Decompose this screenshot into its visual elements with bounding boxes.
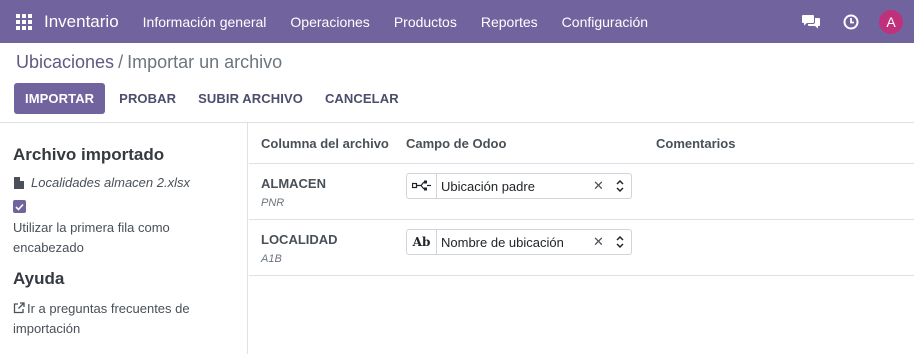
imported-file: Localidades almacen 2.xlsx — [13, 175, 247, 190]
menu-item-operations[interactable]: Operaciones — [290, 14, 369, 30]
table-row: LOCALIDAD A1B Ab Nombre de ubicación ✕ — [249, 220, 914, 276]
menu-item-products[interactable]: Productos — [394, 14, 457, 30]
main-menu: Información general Operaciones Producto… — [143, 14, 672, 30]
cancel-button[interactable]: CANCELAR — [315, 83, 409, 114]
breadcrumb-current: Importar un archivo — [127, 52, 283, 72]
header-row-label[interactable]: Utilizar la primera fila como encabezado — [13, 218, 213, 258]
user-avatar[interactable]: A — [879, 9, 903, 34]
many2one-icon — [407, 174, 437, 198]
breadcrumb-separator: / — [118, 52, 124, 72]
file-column-sample: PNR — [261, 197, 285, 209]
external-link-icon — [13, 302, 25, 314]
app-name[interactable]: Inventario — [44, 12, 119, 32]
header-comments: Comentarios — [656, 135, 736, 151]
table-header: Columna del archivo Campo de Odoo Coment… — [249, 123, 914, 164]
file-column-name: ALMACEN — [261, 176, 326, 191]
top-navbar: Inventario Información general Operacion… — [0, 0, 914, 43]
header-row-checkbox[interactable] — [13, 200, 26, 213]
imported-file-name: Localidades almacen 2.xlsx — [31, 175, 190, 190]
test-button[interactable]: PROBAR — [109, 83, 186, 114]
import-toolbar: IMPORTAR PROBAR SUBIR ARCHIVO CANCELAR — [14, 83, 411, 114]
menu-item-overview[interactable]: Información general — [143, 14, 267, 30]
faq-link[interactable]: Ir a preguntas frecuentes de importación — [13, 299, 233, 339]
clear-icon[interactable]: ✕ — [593, 178, 607, 194]
header-odoo-field: Campo de Odoo — [406, 135, 507, 151]
file-column-sample: A1B — [261, 253, 282, 265]
menu-item-configuration[interactable]: Configuración — [562, 14, 648, 30]
chat-icon[interactable] — [791, 0, 831, 43]
import-sidebar: Archivo importado Localidades almacen 2.… — [0, 123, 248, 354]
select-arrows-icon — [613, 234, 627, 250]
clock-icon[interactable] — [831, 0, 871, 43]
apps-menu-icon[interactable] — [16, 13, 32, 30]
mapping-table: Columna del archivo Campo de Odoo Coment… — [249, 123, 914, 276]
header-file-column: Columna del archivo — [261, 135, 389, 151]
menu-item-reports[interactable]: Reportes — [481, 14, 538, 30]
file-icon — [14, 176, 24, 189]
char-field-icon: Ab — [407, 230, 437, 254]
odoo-field-value: Nombre de ubicación — [441, 234, 564, 250]
odoo-field-value: Ubicación padre — [441, 178, 535, 194]
file-column-name: LOCALIDAD — [261, 232, 338, 247]
navbar-systray: A — [791, 0, 914, 43]
breadcrumb: Ubicaciones / Importar un archivo — [16, 52, 282, 73]
import-button[interactable]: IMPORTAR — [14, 83, 106, 114]
clear-icon[interactable]: ✕ — [593, 234, 607, 250]
imported-file-title: Archivo importado — [13, 145, 165, 164]
odoo-field-select[interactable]: Ubicación padre ✕ — [406, 173, 632, 199]
select-arrows-icon — [613, 178, 627, 194]
help-title: Ayuda — [13, 269, 65, 288]
breadcrumb-parent[interactable]: Ubicaciones — [16, 52, 114, 72]
table-row: ALMACEN PNR Ubicación padre ✕ — [249, 164, 914, 220]
upload-file-button[interactable]: SUBIR ARCHIVO — [188, 83, 313, 114]
faq-link-label: Ir a preguntas frecuentes de importación — [13, 301, 190, 336]
check-icon — [15, 203, 24, 211]
odoo-field-select[interactable]: Ab Nombre de ubicación ✕ — [406, 229, 632, 255]
